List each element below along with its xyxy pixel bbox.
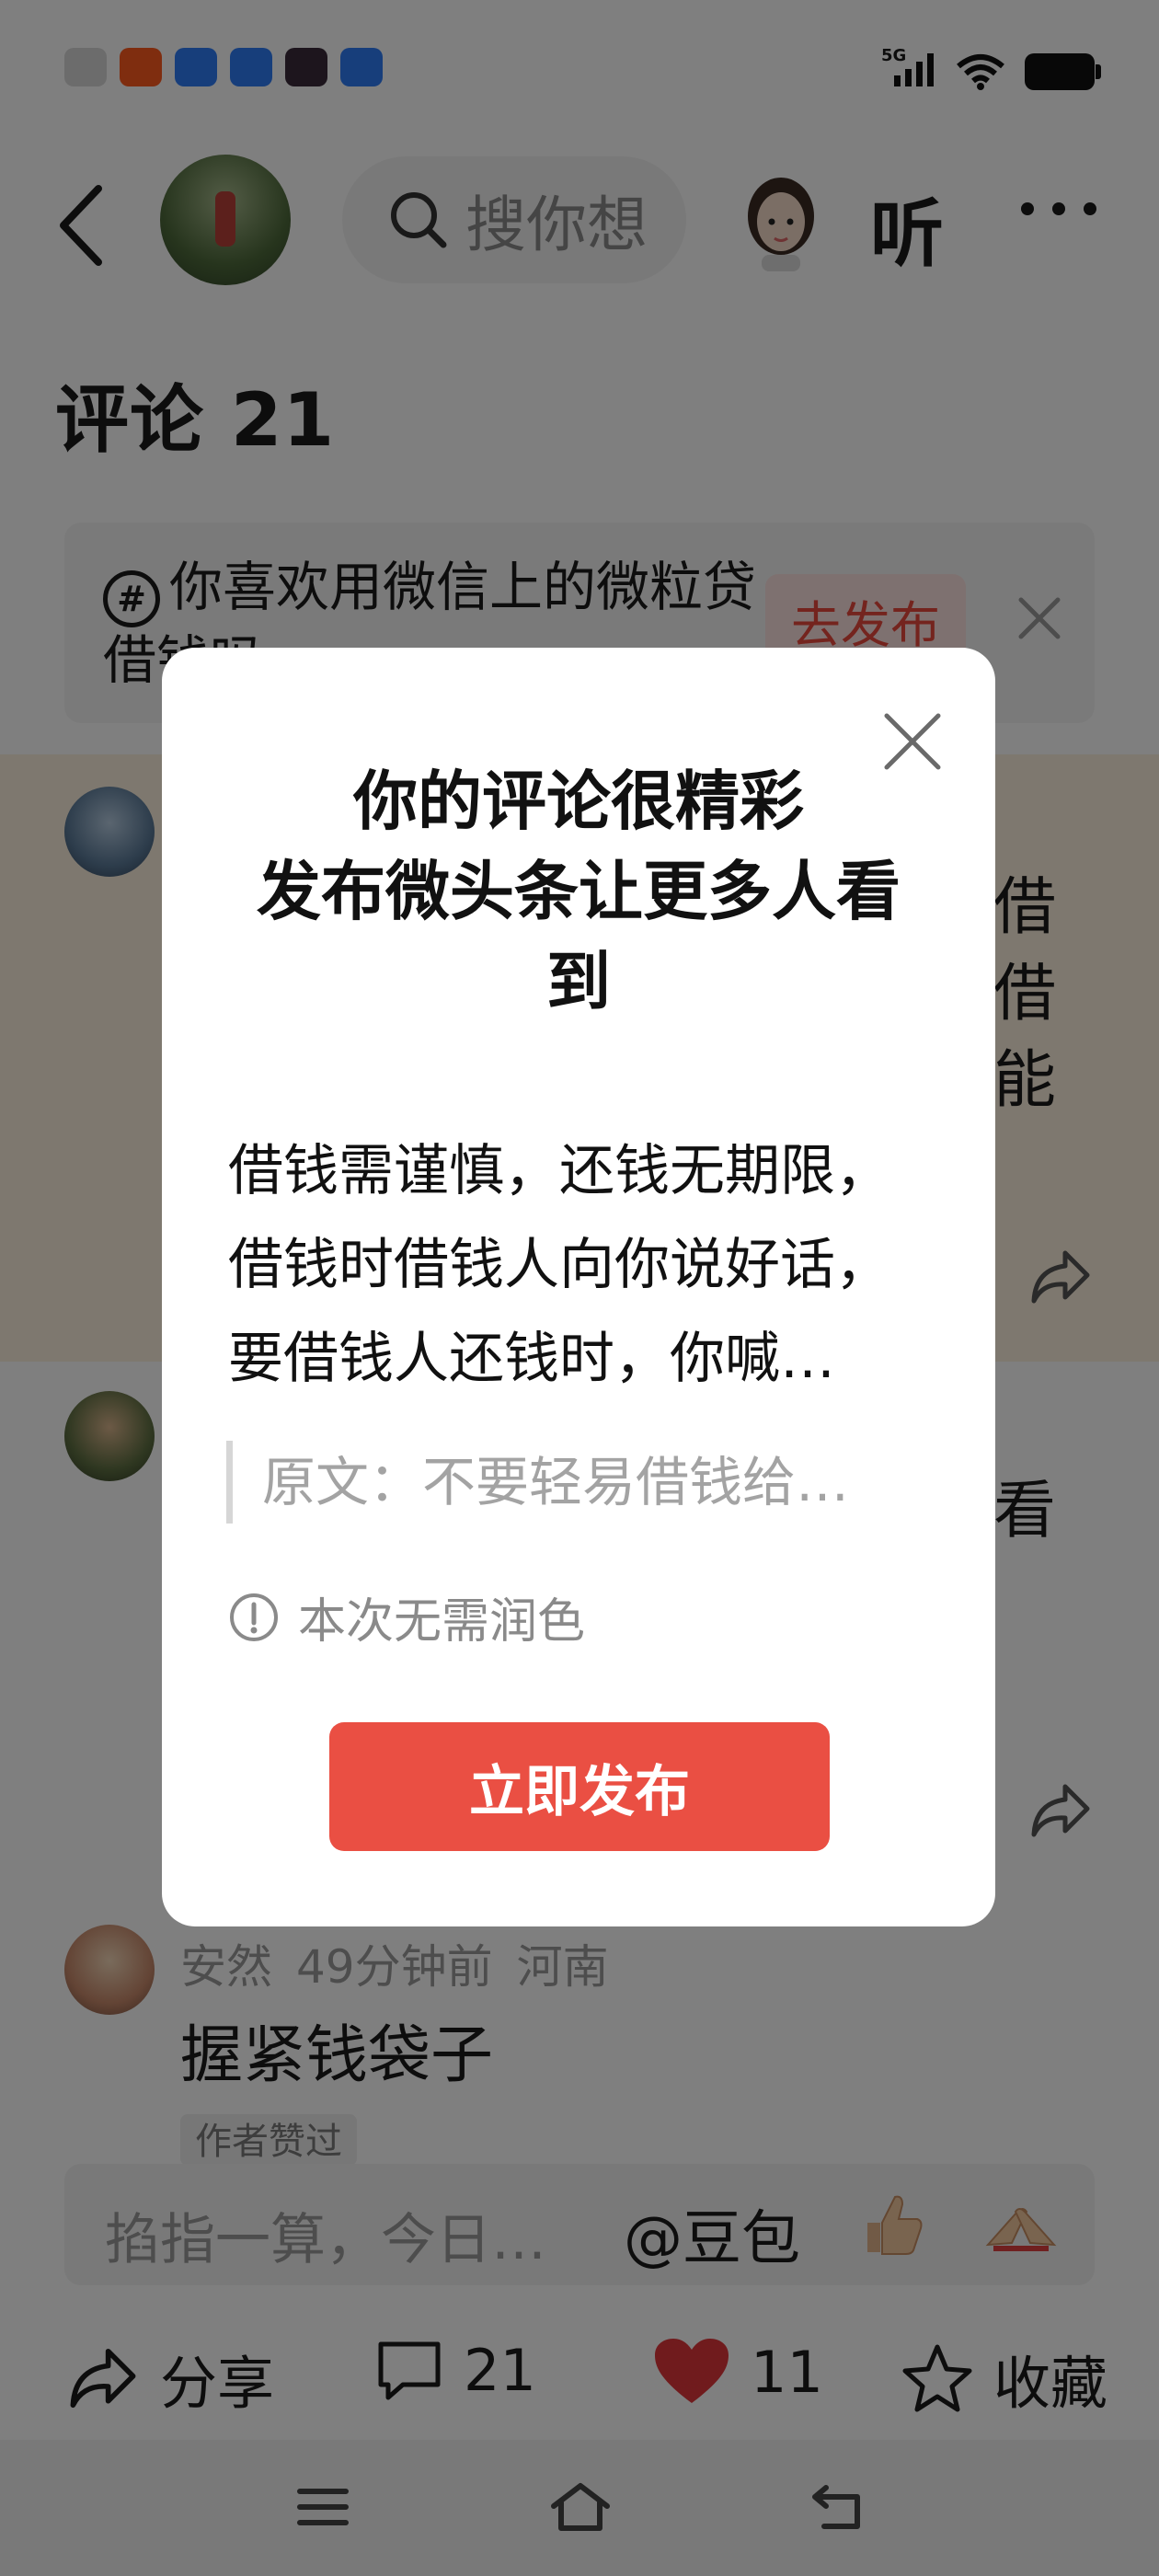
info-icon bbox=[230, 1593, 278, 1641]
dialog-content-line: 借钱需谨慎，还钱无期限， bbox=[228, 1139, 890, 1203]
dialog-title-line: 发布微头条让更多人看 bbox=[257, 854, 901, 929]
dialog-title-line: 你的评论很精彩 bbox=[353, 764, 804, 839]
dialog-content-line: 借钱时借钱人向你说好话， bbox=[228, 1233, 890, 1297]
publish-dialog: 你的评论很精彩 发布微头条让更多人看 到 借钱需谨慎，还钱无期限， 借钱时借钱人… bbox=[162, 648, 995, 1926]
page: 5G 搜你想 听 评论 21 #你喜欢用微信上的微粒贷借钱吗 去发布 bbox=[0, 0, 1159, 2576]
dialog-content: 借钱需谨慎，还钱无期限， 借钱时借钱人向你说好话， 要借钱人还钱时，你喊… bbox=[228, 1124, 936, 1406]
dialog-content-line: 要借钱人还钱时，你喊… bbox=[228, 1327, 835, 1391]
original-comment-quote: 原文：不要轻易借钱给… bbox=[226, 1441, 944, 1524]
dialog-title-line: 到 bbox=[546, 944, 611, 1019]
publish-now-button[interactable]: 立即发布 bbox=[329, 1722, 830, 1851]
dialog-title: 你的评论很精彩 发布微头条让更多人看 到 bbox=[217, 756, 940, 1027]
polish-note-text: 本次无需润色 bbox=[298, 1594, 586, 1650]
polish-note: 本次无需润色 bbox=[228, 1582, 585, 1651]
